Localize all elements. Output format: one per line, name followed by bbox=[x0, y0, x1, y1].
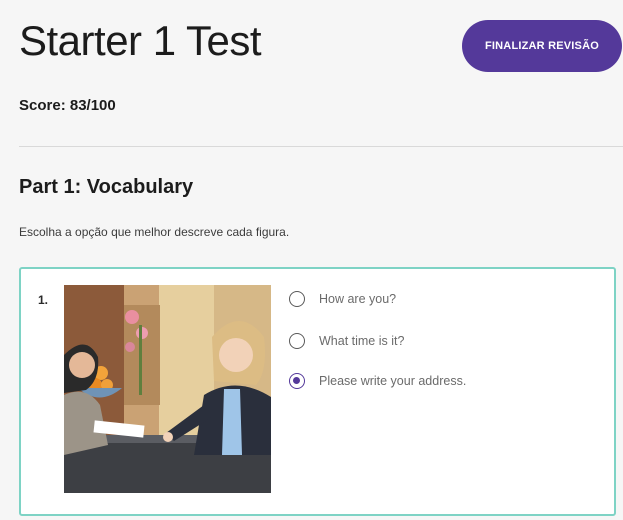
finish-review-button[interactable]: FINALIZAR REVISÃO bbox=[462, 20, 622, 72]
divider bbox=[19, 146, 623, 147]
question-number: 1. bbox=[38, 293, 49, 307]
radio-button-3-selected[interactable] bbox=[289, 373, 305, 389]
answer-option-label: What time is it? bbox=[319, 334, 405, 348]
answer-option-label: How are you? bbox=[319, 292, 397, 306]
review-page: Starter 1 Test FINALIZAR REVISÃO Score: … bbox=[0, 0, 623, 520]
part-instructions: Escolha a opção que melhor descreve cada… bbox=[19, 225, 290, 239]
answer-option-2[interactable]: What time is it? bbox=[289, 330, 404, 352]
answer-option-1[interactable]: How are you? bbox=[289, 288, 396, 310]
radio-button-1[interactable] bbox=[289, 291, 305, 307]
answer-option-label: Please write your address. bbox=[319, 374, 467, 388]
radio-button-2[interactable] bbox=[289, 333, 305, 349]
question-image bbox=[64, 285, 271, 493]
page-title: Starter 1 Test bbox=[19, 17, 262, 64]
answer-option-3[interactable]: Please write your address. bbox=[289, 370, 466, 392]
question-card: 1. How are you? What time is it? Please … bbox=[19, 267, 616, 516]
part-title: Part 1: Vocabulary bbox=[19, 176, 194, 198]
score-text: Score: 83/100 bbox=[19, 97, 116, 114]
photo-receptionist-icon bbox=[64, 285, 271, 493]
